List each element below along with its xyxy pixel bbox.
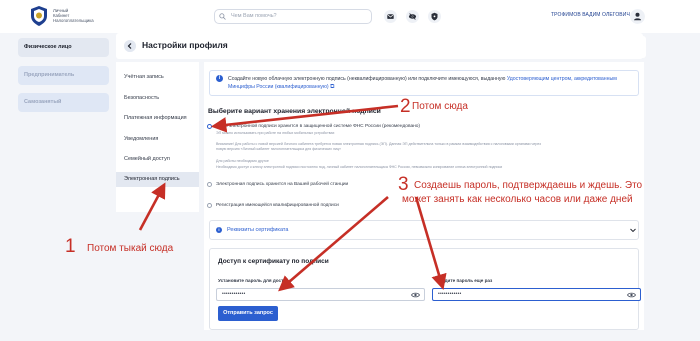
access-title: Доступ к сертификату по подписи xyxy=(218,258,329,265)
user-name[interactable]: ТРОФИМОВ ВАДИМ ОЛЕГОВИЧ xyxy=(551,12,630,18)
annotation-2-text: Потом сюда xyxy=(412,101,468,112)
certificate-details-label[interactable]: Реквизиты сертификата xyxy=(227,227,288,233)
shield-icon[interactable] xyxy=(428,10,441,23)
password-value: •••••••••••• xyxy=(222,291,246,297)
storage-note-2: Внимание! Для работы с новой версией Лич… xyxy=(216,142,541,151)
password-label: Установите пароль для доступа xyxy=(218,278,292,283)
eye-icon[interactable] xyxy=(627,291,636,299)
account-type-self-employed[interactable]: Самозанятый xyxy=(18,93,109,112)
settings-nav: Учётная запись Безопасность Платежная ин… xyxy=(116,62,199,212)
page-title: Настройки профиля xyxy=(142,40,228,50)
storage-option-workstation-label[interactable]: Электронная подпись хранится на Вашей ра… xyxy=(216,182,348,187)
annotation-3-number: 3 xyxy=(398,174,409,195)
search-icon xyxy=(219,13,226,20)
annotation-1-text: Потом тыкай сюда xyxy=(87,243,174,254)
page-header: Настройки профиля xyxy=(116,33,643,59)
annotation-3-text-line-2: может занять как несколько часов или даж… xyxy=(402,194,633,205)
nav-item-e-signature[interactable]: Электронная подпись xyxy=(116,172,199,187)
chevron-down-icon[interactable] xyxy=(629,226,637,234)
annotation-3-text: Создаешь пароль, подтверждаешь и ждешь. … xyxy=(414,180,643,191)
info-text-body: Создайте новую облачную электронную подп… xyxy=(228,76,507,82)
info-banner: i Создайте новую облачную электронную по… xyxy=(209,70,639,96)
search-input[interactable]: Чем Вам помочь? xyxy=(214,9,372,24)
storage-option-fns-radio[interactable] xyxy=(207,124,212,129)
annotation-1-number: 1 xyxy=(65,236,76,257)
nav-item-notifications[interactable]: Уведомления xyxy=(116,132,199,147)
nav-item-security[interactable]: Безопасность xyxy=(116,91,199,106)
search-placeholder: Чем Вам помочь? xyxy=(231,13,277,19)
confirm-password-value: •••••••••••• xyxy=(438,291,462,297)
fns-logo-icon[interactable] xyxy=(30,6,48,26)
envelope-icon[interactable] xyxy=(384,10,397,23)
nav-item-payment[interactable]: Платежная информация xyxy=(116,111,199,126)
back-button[interactable] xyxy=(124,40,136,52)
storage-option-workstation-radio[interactable] xyxy=(207,182,212,187)
info-icon: i xyxy=(216,227,222,233)
storage-option-register-label[interactable]: Регистрация имеющейся квалифицированной … xyxy=(216,203,339,208)
storage-option-register-radio[interactable] xyxy=(207,203,212,208)
top-bar: Личный Кабинет Налогоплательщика Чем Вам… xyxy=(0,0,700,33)
info-text: Создайте новую облачную электронную подп… xyxy=(228,75,633,91)
brand-line-3: Налогоплательщика xyxy=(53,18,94,23)
user-icon[interactable] xyxy=(630,9,645,24)
storage-note-4: Необходимо доступ к ключу электронной по… xyxy=(216,165,503,169)
eye-icon[interactable] xyxy=(411,291,420,299)
account-type-entrepreneur[interactable]: Предприниматель xyxy=(18,66,109,85)
confirm-password-label: Введите пароль еще раз xyxy=(436,278,493,283)
send-request-button[interactable]: Отправить запрос xyxy=(218,306,278,321)
storage-note-1: ЭП можно использовать при работе на любы… xyxy=(216,131,335,135)
info-icon: i xyxy=(216,75,223,82)
eye-off-icon[interactable] xyxy=(406,10,419,23)
storage-option-fns-label[interactable]: Ключ электронной подписи хранится в защи… xyxy=(216,124,420,129)
brand-name: Личный Кабинет Налогоплательщика xyxy=(53,8,113,23)
certificate-access-form: Доступ к сертификату по подписи Установи… xyxy=(209,248,641,330)
annotation-2-number: 2 xyxy=(400,96,411,117)
confirm-password-field[interactable]: •••••••••••• xyxy=(432,288,641,301)
password-field[interactable]: •••••••••••• xyxy=(216,288,425,301)
nav-item-account[interactable]: Учётная запись xyxy=(116,70,199,85)
storage-section-title: Выберите вариант хранения электронной по… xyxy=(208,108,381,115)
external-link-icon[interactable]: ⧉ xyxy=(330,84,334,90)
account-type-individual[interactable]: Физическое лицо xyxy=(18,38,109,57)
storage-note-3: Для работы необходимо другое xyxy=(216,159,269,163)
nav-item-family[interactable]: Семейный доступ xyxy=(116,152,199,167)
certificate-details-accordion[interactable]: i Реквизиты сертификата xyxy=(209,220,639,240)
